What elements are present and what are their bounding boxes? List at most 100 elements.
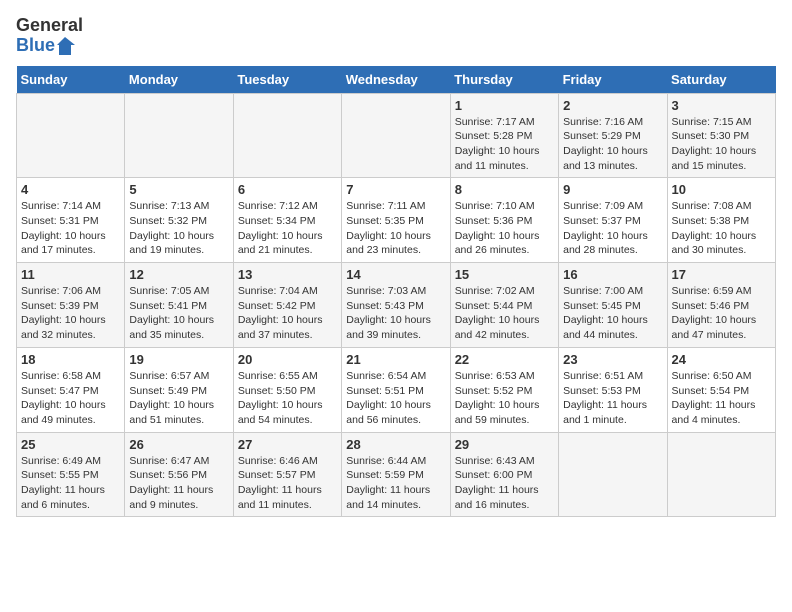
- day-info: Sunrise: 6:58 AM Sunset: 5:47 PM Dayligh…: [21, 369, 120, 428]
- day-cell: 18 Sunrise: 6:58 AM Sunset: 5:47 PM Dayli…: [17, 347, 125, 432]
- day-info: Sunrise: 7:00 AM Sunset: 5:45 PM Dayligh…: [563, 284, 662, 343]
- day-cell: [559, 432, 667, 517]
- day-cell: [667, 432, 775, 517]
- logo-blue: Blue: [16, 36, 55, 56]
- calendar-table: SundayMondayTuesdayWednesdayThursdayFrid…: [16, 66, 776, 518]
- week-row-5: 25 Sunrise: 6:49 AM Sunset: 5:55 PM Dayli…: [17, 432, 776, 517]
- day-number: 1: [455, 98, 554, 113]
- day-cell: 11 Sunrise: 7:06 AM Sunset: 5:39 PM Dayli…: [17, 263, 125, 348]
- day-number: 15: [455, 267, 554, 282]
- day-cell: [17, 93, 125, 178]
- day-number: 12: [129, 267, 228, 282]
- day-number: 4: [21, 182, 120, 197]
- week-row-1: 1 Sunrise: 7:17 AM Sunset: 5:28 PM Daylig…: [17, 93, 776, 178]
- day-cell: 23 Sunrise: 6:51 AM Sunset: 5:53 PM Dayli…: [559, 347, 667, 432]
- day-info: Sunrise: 7:14 AM Sunset: 5:31 PM Dayligh…: [21, 199, 120, 258]
- day-info: Sunrise: 7:10 AM Sunset: 5:36 PM Dayligh…: [455, 199, 554, 258]
- day-info: Sunrise: 7:17 AM Sunset: 5:28 PM Dayligh…: [455, 115, 554, 174]
- day-number: 18: [21, 352, 120, 367]
- day-number: 27: [238, 437, 337, 452]
- day-number: 23: [563, 352, 662, 367]
- day-info: Sunrise: 6:44 AM Sunset: 5:59 PM Dayligh…: [346, 454, 445, 513]
- day-number: 20: [238, 352, 337, 367]
- day-number: 26: [129, 437, 228, 452]
- day-number: 3: [672, 98, 771, 113]
- day-cell: 25 Sunrise: 6:49 AM Sunset: 5:55 PM Dayli…: [17, 432, 125, 517]
- day-info: Sunrise: 6:55 AM Sunset: 5:50 PM Dayligh…: [238, 369, 337, 428]
- day-info: Sunrise: 7:02 AM Sunset: 5:44 PM Dayligh…: [455, 284, 554, 343]
- day-info: Sunrise: 7:04 AM Sunset: 5:42 PM Dayligh…: [238, 284, 337, 343]
- day-info: Sunrise: 6:54 AM Sunset: 5:51 PM Dayligh…: [346, 369, 445, 428]
- day-info: Sunrise: 7:15 AM Sunset: 5:30 PM Dayligh…: [672, 115, 771, 174]
- day-cell: 17Sunrise: 6:59 AM Sunset: 5:46 PM Dayli…: [667, 263, 775, 348]
- day-info: Sunrise: 7:09 AM Sunset: 5:37 PM Dayligh…: [563, 199, 662, 258]
- day-info: Sunrise: 6:43 AM Sunset: 6:00 PM Dayligh…: [455, 454, 554, 513]
- day-number: 17: [672, 267, 771, 282]
- day-cell: 16 Sunrise: 7:00 AM Sunset: 5:45 PM Dayli…: [559, 263, 667, 348]
- day-number: 5: [129, 182, 228, 197]
- day-number: 2: [563, 98, 662, 113]
- day-info: Sunrise: 7:11 AM Sunset: 5:35 PM Dayligh…: [346, 199, 445, 258]
- day-cell: 9Sunrise: 7:09 AM Sunset: 5:37 PM Daylig…: [559, 178, 667, 263]
- day-info: Sunrise: 6:57 AM Sunset: 5:49 PM Dayligh…: [129, 369, 228, 428]
- header-day-wednesday: Wednesday: [342, 66, 450, 94]
- logo-text: General Blue: [16, 16, 83, 56]
- day-info: Sunrise: 6:51 AM Sunset: 5:53 PM Dayligh…: [563, 369, 662, 428]
- day-cell: 28Sunrise: 6:44 AM Sunset: 5:59 PM Dayli…: [342, 432, 450, 517]
- day-number: 10: [672, 182, 771, 197]
- day-cell: 1 Sunrise: 7:17 AM Sunset: 5:28 PM Daylig…: [450, 93, 558, 178]
- day-info: Sunrise: 6:53 AM Sunset: 5:52 PM Dayligh…: [455, 369, 554, 428]
- day-info: Sunrise: 6:47 AM Sunset: 5:56 PM Dayligh…: [129, 454, 228, 513]
- day-info: Sunrise: 7:13 AM Sunset: 5:32 PM Dayligh…: [129, 199, 228, 258]
- day-info: Sunrise: 6:50 AM Sunset: 5:54 PM Dayligh…: [672, 369, 771, 428]
- day-cell: 22 Sunrise: 6:53 AM Sunset: 5:52 PM Dayli…: [450, 347, 558, 432]
- header-row: SundayMondayTuesdayWednesdayThursdayFrid…: [17, 66, 776, 94]
- day-cell: 21 Sunrise: 6:54 AM Sunset: 5:51 PM Dayli…: [342, 347, 450, 432]
- day-cell: 12 Sunrise: 7:05 AM Sunset: 5:41 PM Dayli…: [125, 263, 233, 348]
- day-number: 22: [455, 352, 554, 367]
- day-info: Sunrise: 6:46 AM Sunset: 5:57 PM Dayligh…: [238, 454, 337, 513]
- week-row-3: 11 Sunrise: 7:06 AM Sunset: 5:39 PM Dayli…: [17, 263, 776, 348]
- day-cell: 10 Sunrise: 7:08 AM Sunset: 5:38 PM Dayli…: [667, 178, 775, 263]
- day-number: 8: [455, 182, 554, 197]
- day-cell: [125, 93, 233, 178]
- day-cell: 27 Sunrise: 6:46 AM Sunset: 5:57 PM Dayli…: [233, 432, 341, 517]
- day-number: 6: [238, 182, 337, 197]
- day-cell: [342, 93, 450, 178]
- header-day-thursday: Thursday: [450, 66, 558, 94]
- day-cell: [233, 93, 341, 178]
- day-cell: 26 Sunrise: 6:47 AM Sunset: 5:56 PM Dayli…: [125, 432, 233, 517]
- day-info: Sunrise: 7:06 AM Sunset: 5:39 PM Dayligh…: [21, 284, 120, 343]
- day-cell: 8 Sunrise: 7:10 AM Sunset: 5:36 PM Daylig…: [450, 178, 558, 263]
- day-number: 7: [346, 182, 445, 197]
- day-cell: 13 Sunrise: 7:04 AM Sunset: 5:42 PM Dayli…: [233, 263, 341, 348]
- header-day-friday: Friday: [559, 66, 667, 94]
- day-cell: 5 Sunrise: 7:13 AM Sunset: 5:32 PM Daylig…: [125, 178, 233, 263]
- logo-general: General: [16, 16, 83, 36]
- day-info: Sunrise: 7:12 AM Sunset: 5:34 PM Dayligh…: [238, 199, 337, 258]
- day-number: 14: [346, 267, 445, 282]
- day-number: 29: [455, 437, 554, 452]
- day-info: Sunrise: 6:49 AM Sunset: 5:55 PM Dayligh…: [21, 454, 120, 513]
- day-number: 11: [21, 267, 120, 282]
- day-number: 19: [129, 352, 228, 367]
- day-info: Sunrise: 7:05 AM Sunset: 5:41 PM Dayligh…: [129, 284, 228, 343]
- day-cell: 24Sunrise: 6:50 AM Sunset: 5:54 PM Dayli…: [667, 347, 775, 432]
- day-number: 13: [238, 267, 337, 282]
- header: General Blue: [16, 16, 776, 56]
- header-day-sunday: Sunday: [17, 66, 125, 94]
- day-cell: 29 Sunrise: 6:43 AM Sunset: 6:00 PM Dayli…: [450, 432, 558, 517]
- week-row-2: 4 Sunrise: 7:14 AM Sunset: 5:31 PM Daylig…: [17, 178, 776, 263]
- day-number: 25: [21, 437, 120, 452]
- day-cell: 19 Sunrise: 6:57 AM Sunset: 5:49 PM Dayli…: [125, 347, 233, 432]
- day-cell: 6 Sunrise: 7:12 AM Sunset: 5:34 PM Daylig…: [233, 178, 341, 263]
- day-cell: 20 Sunrise: 6:55 AM Sunset: 5:50 PM Dayli…: [233, 347, 341, 432]
- day-cell: 2Sunrise: 7:16 AM Sunset: 5:29 PM Daylig…: [559, 93, 667, 178]
- week-row-4: 18 Sunrise: 6:58 AM Sunset: 5:47 PM Dayli…: [17, 347, 776, 432]
- header-day-tuesday: Tuesday: [233, 66, 341, 94]
- day-cell: 14Sunrise: 7:03 AM Sunset: 5:43 PM Dayli…: [342, 263, 450, 348]
- day-info: Sunrise: 7:08 AM Sunset: 5:38 PM Dayligh…: [672, 199, 771, 258]
- day-number: 16: [563, 267, 662, 282]
- day-number: 21: [346, 352, 445, 367]
- day-cell: 3 Sunrise: 7:15 AM Sunset: 5:30 PM Daylig…: [667, 93, 775, 178]
